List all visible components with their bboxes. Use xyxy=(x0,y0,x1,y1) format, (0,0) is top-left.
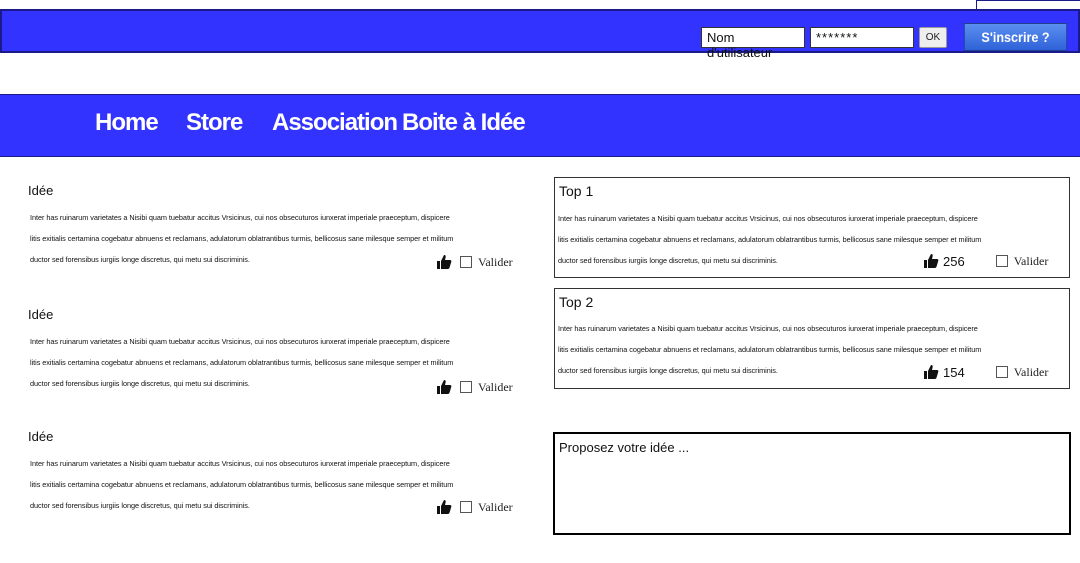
validate-label: Valider xyxy=(1013,364,1049,379)
idea-title: Idée xyxy=(28,307,54,322)
validate-checkbox[interactable] xyxy=(995,255,1008,267)
username-input[interactable]: Nom d'utilisateur xyxy=(701,27,805,60)
thumbs-up-icon[interactable] xyxy=(436,254,452,270)
idea-text-line: Inter has ruinarum varietates a Nisibi q… xyxy=(30,337,450,346)
vote-row: Valider xyxy=(436,379,513,395)
idea-title: Idée xyxy=(28,429,54,444)
password-input[interactable]: ******* xyxy=(810,27,914,48)
propose-idea-textarea[interactable]: Proposez votre idée ... xyxy=(553,432,1071,535)
idea-text-line: Inter has ruinarum varietates a Nisibi q… xyxy=(558,214,978,223)
validate-label: Valider xyxy=(478,254,513,269)
signup-button[interactable]: S'inscrire ? xyxy=(963,23,1068,51)
thumbs-up-icon[interactable] xyxy=(923,364,939,380)
nav-store[interactable]: Store xyxy=(186,109,243,137)
vote-count: 154 xyxy=(943,364,965,380)
vote-row: 154 Valider xyxy=(923,364,1048,380)
vote-count: 256 xyxy=(943,253,965,269)
validate-checkbox[interactable] xyxy=(460,501,472,513)
vote-row: 256 Valider xyxy=(923,253,1048,269)
nav-association[interactable]: Association xyxy=(272,109,398,137)
validate-checkbox[interactable] xyxy=(995,366,1008,378)
top-idea-card: Top 1 Inter has ruinarum varietates a Ni… xyxy=(554,177,1070,278)
idea-text-line: litis exitialis certamina cogebatur abnu… xyxy=(558,345,982,354)
main-nav: Home Store Association Boite à Idée xyxy=(0,94,1080,157)
thumbs-up-icon[interactable] xyxy=(436,499,452,515)
idea-text-line: litis exitialis certamina cogebatur abnu… xyxy=(30,480,454,489)
nav-idea-box[interactable]: Boite à Idée xyxy=(402,109,526,137)
top-idea-title: Top 1 xyxy=(559,183,594,199)
idea-text-line: Inter has ruinarum varietates a Nisibi q… xyxy=(558,324,978,333)
validate-label: Valider xyxy=(478,379,513,394)
idea-text-line: litis exitialis certamina cogebatur abnu… xyxy=(30,358,454,367)
idea-text-line: litis exitialis certamina cogebatur abnu… xyxy=(558,235,982,244)
thumbs-up-icon[interactable] xyxy=(436,379,452,395)
validate-checkbox[interactable] xyxy=(460,381,472,393)
validate-label: Valider xyxy=(478,499,513,514)
validate-label: Valider xyxy=(1013,253,1049,268)
vote-row: Valider xyxy=(436,499,513,515)
ok-button[interactable]: OK xyxy=(919,27,947,48)
idea-text-line: litis exitialis certamina cogebatur abnu… xyxy=(30,234,454,243)
top-idea-title: Top 2 xyxy=(559,294,594,310)
nav-home[interactable]: Home xyxy=(95,109,159,137)
top-bar: Nom d'utilisateur ******* OK S'inscrire … xyxy=(0,9,1080,60)
idea-text-line: Inter has ruinarum varietates a Nisibi q… xyxy=(30,459,450,468)
idea-title: Idée xyxy=(28,183,54,198)
validate-checkbox[interactable] xyxy=(460,256,472,268)
thumbs-up-icon[interactable] xyxy=(923,253,939,269)
vote-row: Valider xyxy=(436,254,513,270)
idea-text-line: Inter has ruinarum varietates a Nisibi q… xyxy=(30,213,450,222)
top-idea-card: Top 2 Inter has ruinarum varietates a Ni… xyxy=(554,288,1070,389)
